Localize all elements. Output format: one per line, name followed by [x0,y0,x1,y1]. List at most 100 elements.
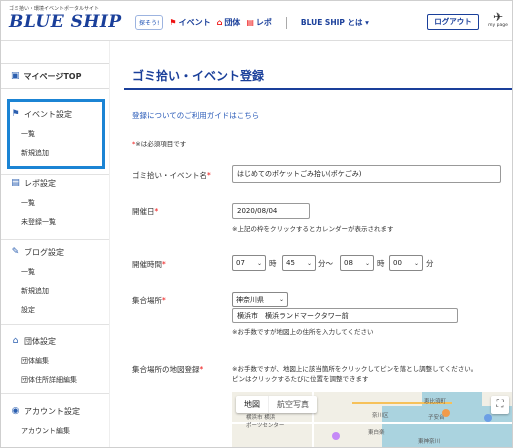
document-icon: ▤ [11,178,20,188]
range-separator: 分〜 [318,259,333,268]
sidebar-head-account[interactable]: ◉ アカウント設定 [1,400,109,422]
home-icon: ▣ [11,71,20,81]
map-poi-pin [484,414,492,422]
end-hour-select[interactable]: 08 ⌄ [340,255,374,271]
field-label-text: 開催日 [132,207,155,216]
select-value: 08 [344,259,353,267]
page-title: ゴミ拾い・イベント登録 [132,69,265,83]
fullscreen-icon[interactable]: ⛶ [491,396,509,414]
pencil-icon: ✎ [11,247,20,257]
date-label: 開催日* [132,206,158,217]
site-logo[interactable]: BLUE SHIP [9,12,122,32]
required-mark: * [199,365,204,374]
sidebar-item-org-edit[interactable]: 団体編集 [1,352,109,371]
date-input[interactable]: 2020/08/04 [232,203,310,219]
nav-item-reports[interactable]: ▤ レポ [246,17,272,28]
select-value: 07 [236,259,245,267]
sidebar-head-label: 団体設定 [24,336,56,346]
about-menu[interactable]: BLUE SHIP とは ▾ [301,17,369,28]
sidebar-head-reports[interactable]: ▤ レポ設定 [1,172,109,194]
map-place-label: 東白楽 [368,430,385,436]
map-label: 集合場所の地図登録* [132,364,203,375]
ship-icon: ✈ [492,10,504,24]
logout-button[interactable]: ログアウト [427,14,479,30]
sidebar-head-label: ブログ設定 [24,247,64,257]
account-icon: ◉ [11,406,20,416]
map-place-label: 奈川区 [372,413,389,419]
required-mark: * [207,171,211,180]
hour-unit: 時 [377,259,385,268]
nav-divider [285,16,287,29]
sidebar-group-account: ◉ アカウント設定 アカウント編集 [1,400,109,441]
sidebar-item-report-list[interactable]: 一覧 [1,194,109,213]
map-place-label: 東神奈川 [418,439,441,445]
main-content: ゴミ拾い・イベント登録 登録についてのご利用ガイドはこちら *※は必須項目です … [109,41,512,447]
select-value: 神奈川県 [236,295,264,304]
required-note-text: ※は必須項目です [135,140,187,148]
sidebar-item-org-address-edit[interactable]: 団体住所詳細編集 [1,371,109,390]
event-name-label: ゴミ拾い・イベント名* [132,170,211,181]
chevron-down-icon: ⌄ [413,259,419,267]
nav-item-events[interactable]: ⚑ イベント [169,17,210,28]
nav-item-label: イベント [178,18,211,27]
prefecture-select[interactable]: 神奈川県 ⌄ [232,292,288,307]
divider [1,324,109,325]
sidebar-item-blog-settings[interactable]: 設定 [1,301,109,320]
title-underline [124,88,512,90]
address-input[interactable]: 横浜市 横浜ランドマークタワー前 [232,308,458,323]
sidebar-head-label: アカウント設定 [24,406,80,416]
sidebar-group-blog: ✎ ブログ設定 一覧 新規追加 設定 [1,241,109,320]
map-place-label: 横浜市 横浜 [246,415,276,421]
site-tagline: ゴミ拾い・環境イベントポータルサイト [9,6,100,12]
field-label-text: 集合場所 [132,296,162,305]
mypage-link[interactable]: ✈ my page [486,11,510,28]
chevron-down-icon: ⌄ [256,259,262,267]
required-mark: * [162,296,166,305]
organization-icon: ⌂ [216,18,223,27]
usage-guide-link[interactable]: 登録についてのご利用ガイドはこちら [132,110,259,121]
event-name-input[interactable]: はじめてのポケットごみ拾い(ポケごみ) [232,165,501,183]
report-icon: ▤ [246,18,254,27]
sidebar-group-organization: ⌂ 団体設定 団体編集 団体住所詳細編集 [1,330,109,390]
required-note: *※は必須項目です [132,138,186,148]
select-value: 00 [393,259,402,267]
map-type-control: 地図 航空写真 [236,396,317,413]
sidebar-head-label: レポ設定 [24,178,56,188]
map-tab-satellite[interactable]: 航空写真 [268,396,317,413]
find-badge: 探そう! [135,15,164,30]
place-label: 集合場所* [132,295,166,306]
map-widget[interactable]: 横浜市 横浜 ポーツセンター 奈川区 東白楽 子安台 恵比須町 東神奈川 地図 … [232,392,512,447]
select-value: 45 [286,259,295,267]
sidebar-head-blog[interactable]: ✎ ブログ設定 [1,241,109,263]
required-mark: * [154,207,159,216]
hour-unit: 時 [269,259,277,268]
address-help: ※お手数ですが地図上の住所を入力してください [232,328,374,336]
start-minute-select[interactable]: 45 ⌄ [282,255,316,271]
sidebar-item-report-unregistered[interactable]: 未登録一覧 [1,213,109,232]
nav-item-label: レポ [255,18,272,27]
field-label-text: ゴミ拾い・イベント名 [132,171,207,180]
sidebar-item-blog-new[interactable]: 新規追加 [1,282,109,301]
divider [1,393,109,394]
sidebar-item-account-edit[interactable]: アカウント編集 [1,422,109,441]
time-label: 開催時間* [132,259,166,270]
sidebar-item-blog-list[interactable]: 一覧 [1,263,109,282]
sidebar-head-organization[interactable]: ⌂ 団体設定 [1,330,109,352]
page: ゴミ拾い・環境イベントポータルサイト BLUE SHIP 探そう! ⚑ イベント… [0,0,513,448]
map-tab-map[interactable]: 地図 [236,396,268,413]
organization-icon: ⌂ [12,336,19,346]
nav-item-label: 団体 [224,18,241,27]
map-poi-pin [442,409,450,417]
sidebar-mypage-top[interactable]: ▣ マイページTOP [1,63,109,89]
end-minute-select[interactable]: 00 ⌄ [389,255,423,271]
minute-unit: 分 [426,259,434,268]
flag-icon: ⚑ [169,18,177,27]
nav-item-organizations[interactable]: ⌂ 団体 [217,17,241,28]
field-label-text: 集合場所の地図登録 [132,365,200,374]
chevron-down-icon: ⌄ [364,259,370,267]
map-place-label: 恵比須町 [424,399,447,405]
required-mark: * [162,260,166,269]
start-hour-select[interactable]: 07 ⌄ [232,255,266,271]
mypage-label: my page [488,23,508,28]
divider [1,239,109,240]
